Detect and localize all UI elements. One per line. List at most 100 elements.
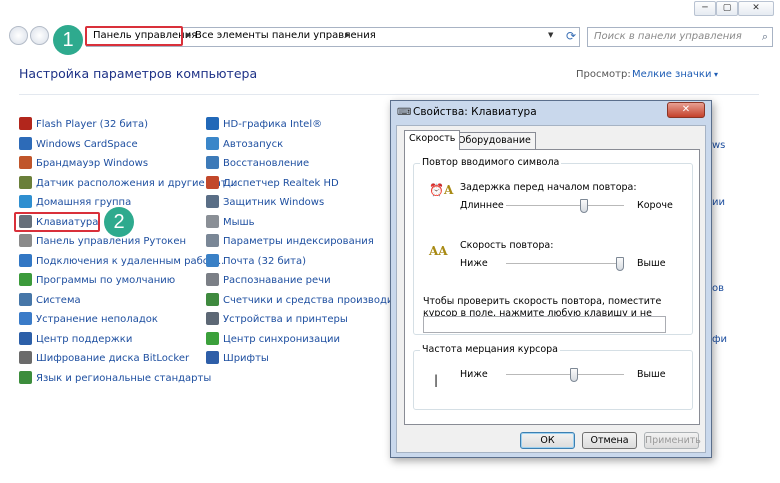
maximize-button[interactable]: ▢: [716, 1, 738, 16]
chevron-right-icon[interactable]: ▶: [345, 31, 350, 39]
dialog-title-bar[interactable]: ⌨ Свойства: Клавиатура ✕: [391, 101, 711, 125]
intel-graphics-icon: [206, 117, 219, 130]
cp-item-label: Автозапуск: [223, 138, 284, 150]
cp-item-label: Устранение неполадок: [36, 314, 158, 325]
column-3-fragment[interactable]: фи: [712, 334, 727, 345]
cp-item-label: HD-графика Intel®: [223, 119, 323, 130]
blink-group: Частота мерцания курсора | Ниже Выше: [413, 344, 693, 410]
delay-slider-track[interactable]: [506, 205, 624, 207]
blink-group-label: Частота мерцания курсора: [420, 344, 561, 355]
cp-item-label: Диспетчер Realtek HD: [223, 177, 339, 189]
dialog-close-button[interactable]: ✕: [667, 102, 705, 118]
cursor-blink-preview: |: [434, 373, 439, 387]
cp-item[interactable]: Мышь: [206, 214, 255, 233]
highlight-breadcrumb: [85, 26, 183, 46]
cp-item[interactable]: Защитник Windows: [206, 195, 324, 213]
delay-icon: ⏰A: [429, 183, 454, 197]
homegroup-icon: [19, 195, 32, 208]
bitlocker-icon: [19, 351, 32, 364]
cp-item[interactable]: Устранение неполадок: [19, 312, 158, 330]
cp-item[interactable]: Устройства и принтеры: [206, 312, 348, 330]
cp-item[interactable]: Центр поддержки: [19, 331, 132, 350]
cp-item[interactable]: Система: [19, 292, 81, 311]
rate-min-label: Ниже: [460, 258, 488, 269]
cp-item[interactable]: Язык и региональные стандарты: [19, 370, 211, 389]
minimize-button[interactable]: ─: [694, 1, 716, 16]
step-badge-2: 2: [104, 207, 134, 237]
rate-slider-track[interactable]: [506, 263, 624, 265]
cp-item[interactable]: Центр синхронизации: [206, 331, 341, 350]
dialog-body: Скорость Оборудование Повтор вводимого с…: [396, 125, 706, 453]
delay-slider-thumb[interactable]: [579, 199, 588, 213]
back-button[interactable]: [9, 26, 28, 45]
ok-button[interactable]: ОК: [520, 432, 575, 449]
mouse-icon: [206, 214, 219, 228]
divider: [19, 94, 759, 95]
printer-icon: [206, 312, 219, 325]
forward-button[interactable]: [30, 26, 49, 45]
column-3-fragment[interactable]: ии: [712, 197, 725, 208]
cp-item-label: Шифрование диска BitLocker: [36, 353, 190, 364]
cp-item[interactable]: Панель управления Рутокен: [19, 234, 186, 252]
cp-item[interactable]: Диспетчер Realtek HD: [206, 175, 339, 194]
cp-item-label: Панель управления Рутокен: [36, 236, 187, 247]
search-icon[interactable]: ⌕: [762, 30, 768, 44]
cp-item-label: Система: [36, 294, 81, 306]
blink-slider-track[interactable]: [506, 374, 624, 376]
action-center-icon: [19, 331, 32, 345]
cp-item[interactable]: Flash Player (32 бита): [19, 117, 148, 135]
cp-item[interactable]: Счетчики и средства производител...: [206, 292, 421, 311]
cp-item[interactable]: Датчик расположения и другие дат...: [19, 175, 236, 194]
cp-item[interactable]: Шрифты: [206, 351, 269, 369]
cp-item[interactable]: Программы по умолчанию: [19, 273, 175, 291]
cp-item[interactable]: HD-графика Intel®: [206, 117, 322, 135]
refresh-icon[interactable]: ⟳: [562, 26, 580, 46]
cp-item[interactable]: Брандмауэр Windows: [19, 156, 148, 174]
cp-item[interactable]: Параметры индексирования: [206, 234, 374, 252]
cp-item-label: Распознавание речи: [223, 275, 331, 286]
dialog-title: Свойства: Клавиатура: [413, 106, 537, 118]
search-input[interactable]: Поиск в панели управления ⌕: [587, 27, 773, 47]
view-label: Просмотр:: [576, 69, 631, 80]
tab-speed[interactable]: Скорость: [404, 130, 461, 150]
cp-item-label: Windows CardSpace: [36, 138, 138, 150]
indexing-icon: [206, 234, 219, 247]
rate-slider-thumb[interactable]: [616, 257, 624, 271]
cp-item-label: Устройства и принтеры: [223, 314, 348, 325]
repeat-group-label: Повтор вводимого символа: [420, 157, 562, 168]
blink-slider-thumb[interactable]: [569, 368, 578, 382]
repeat-rate-icon: AA: [429, 244, 448, 258]
cp-item-label: Восстановление: [223, 158, 310, 169]
repeat-group: Повтор вводимого символа ⏰A Задержка пер…: [413, 157, 693, 335]
autoplay-icon: [206, 136, 219, 150]
tab-hardware[interactable]: Оборудование: [453, 132, 536, 149]
cp-item-label: Программы по умолчанию: [36, 275, 176, 286]
cp-item-label: Брандмауэр Windows: [36, 158, 149, 169]
cp-item[interactable]: Шифрование диска BitLocker: [19, 351, 189, 369]
cp-item[interactable]: Windows CardSpace: [19, 136, 138, 155]
cancel-button[interactable]: Отмена: [582, 432, 637, 449]
cp-item[interactable]: Подключения к удаленным рабоч...: [19, 253, 224, 272]
cardspace-icon: [19, 136, 32, 150]
search-placeholder: Поиск в панели управления: [594, 31, 742, 42]
page-title: Настройка параметров компьютера: [19, 66, 258, 81]
sensor-icon: [19, 175, 32, 189]
cp-item[interactable]: Восстановление: [206, 156, 309, 174]
defender-icon: [206, 195, 219, 208]
cp-item-label: Центр синхронизации: [223, 333, 341, 345]
view-mode-dropdown[interactable]: Мелкие значки: [632, 69, 718, 80]
column-3-fragment[interactable]: ов: [712, 283, 724, 294]
cp-item-label: Мышь: [223, 216, 255, 228]
cp-item[interactable]: Автозапуск: [206, 136, 284, 155]
column-3-fragment[interactable]: ws: [712, 140, 725, 151]
chevron-down-icon[interactable]: ▼: [548, 31, 553, 39]
system-icon: [19, 292, 32, 306]
delay-min-label: Длиннее: [460, 200, 504, 211]
recovery-icon: [206, 156, 219, 169]
cp-item[interactable]: Распознавание речи: [206, 273, 331, 291]
apply-button[interactable]: Применить: [644, 432, 701, 449]
cp-item[interactable]: Почта (32 бита): [206, 253, 306, 272]
repeat-test-field[interactable]: [423, 316, 666, 333]
chevron-right-icon[interactable]: ▶: [186, 31, 191, 39]
close-window-button[interactable]: ✕: [738, 1, 774, 16]
